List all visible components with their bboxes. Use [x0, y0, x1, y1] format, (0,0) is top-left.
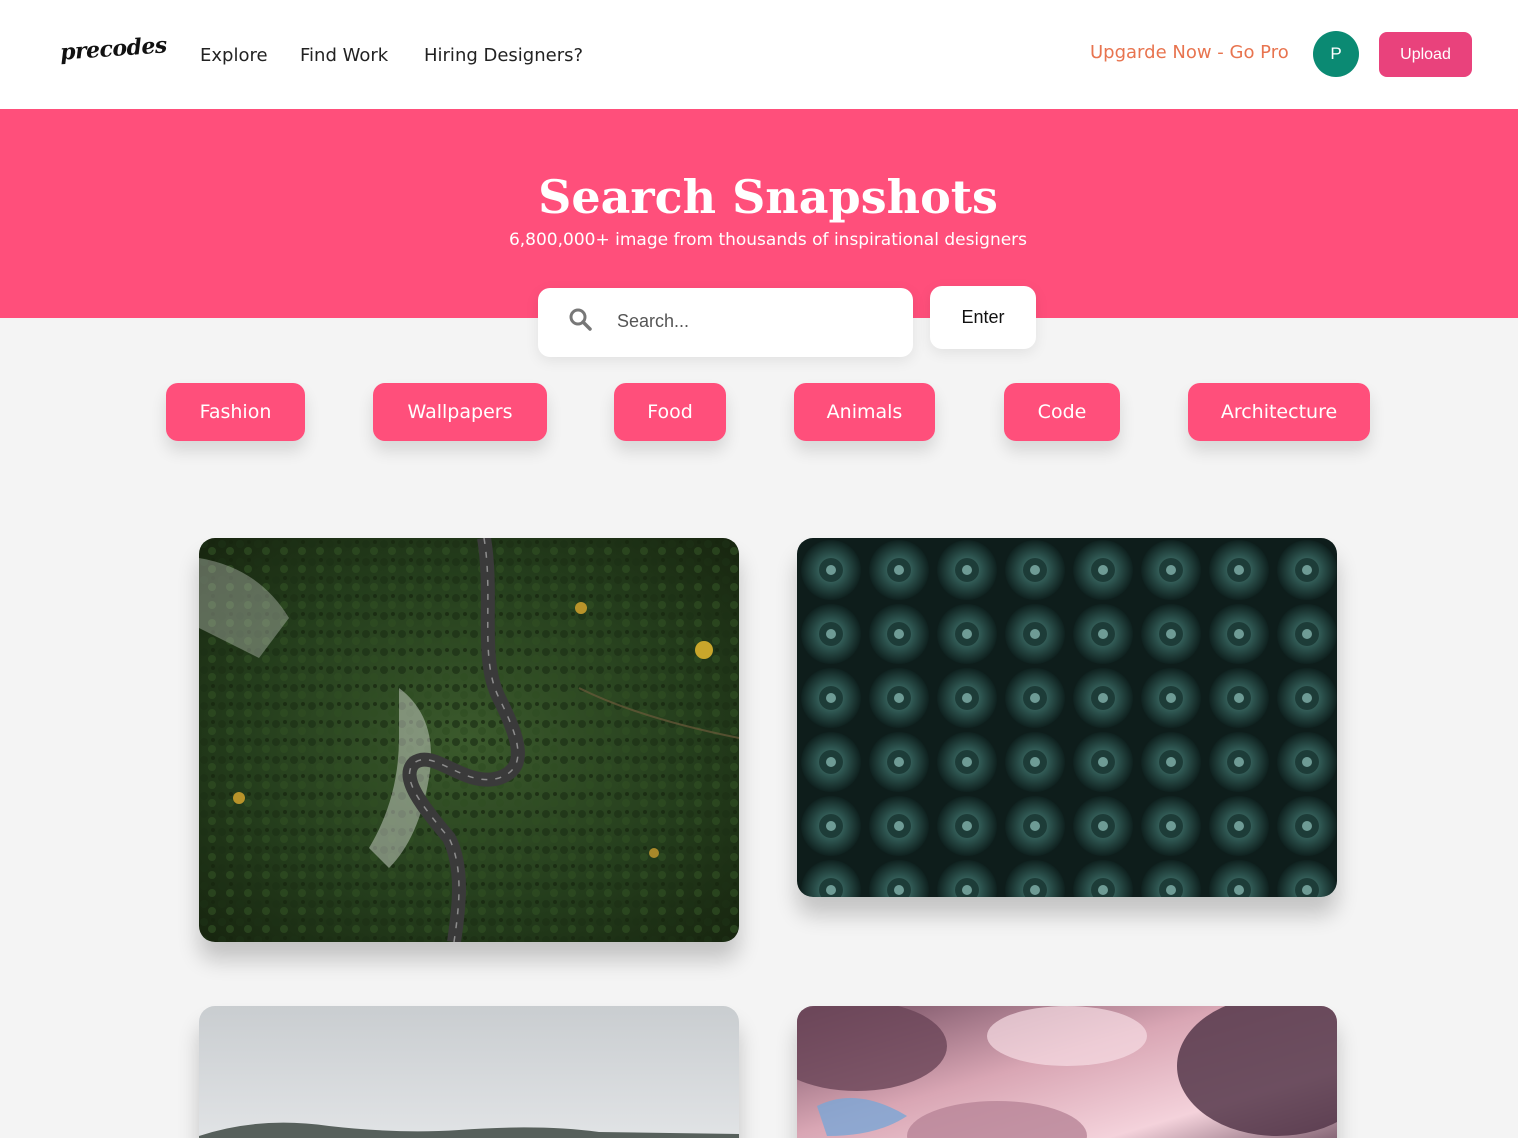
- gallery-card-forest-road[interactable]: [199, 538, 739, 942]
- misty-hills-image: [199, 1006, 739, 1138]
- category-wallpapers[interactable]: Wallpapers: [373, 383, 547, 441]
- gallery-card-misty-hills[interactable]: [199, 1006, 739, 1138]
- category-animals[interactable]: Animals: [794, 383, 935, 441]
- category-fashion[interactable]: Fashion: [166, 383, 305, 441]
- succulents-image: [797, 538, 1337, 897]
- gallery-card-pink-clouds[interactable]: [797, 1006, 1337, 1138]
- enter-button[interactable]: Enter: [930, 286, 1036, 349]
- nav-find-work-link[interactable]: Find Work: [300, 45, 388, 66]
- upload-button[interactable]: Upload: [1379, 32, 1472, 77]
- category-code[interactable]: Code: [1004, 383, 1120, 441]
- forest-road-image: [199, 538, 739, 942]
- top-navbar: precodes Explore Find Work Hiring Design…: [0, 0, 1518, 109]
- nav-explore-link[interactable]: Explore: [200, 45, 268, 66]
- category-architecture[interactable]: Architecture: [1188, 383, 1370, 441]
- hero-title: Search Snapshots: [538, 170, 998, 224]
- search-input[interactable]: [617, 304, 897, 338]
- nav-hiring-designers-link[interactable]: Hiring Designers?: [424, 45, 583, 66]
- category-food[interactable]: Food: [614, 383, 726, 441]
- pink-clouds-image: [797, 1006, 1337, 1138]
- brand-logo[interactable]: precodes: [59, 32, 167, 65]
- gallery-card-succulents[interactable]: [797, 538, 1337, 897]
- upgrade-pro-link[interactable]: Upgarde Now - Go Pro: [1090, 42, 1289, 63]
- search-icon: [568, 307, 594, 333]
- hero-subtitle: 6,800,000+ image from thousands of inspi…: [508, 230, 1028, 250]
- user-avatar[interactable]: P: [1313, 31, 1359, 77]
